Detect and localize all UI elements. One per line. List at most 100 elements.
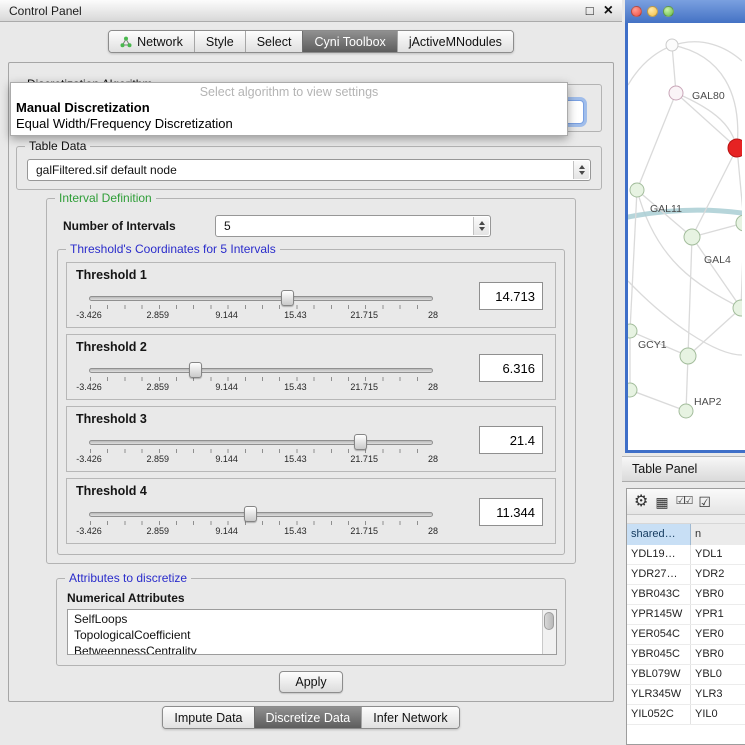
- table-column-header[interactable]: shared…: [627, 524, 691, 545]
- scale-label: 2.859: [147, 382, 170, 392]
- top-tab-bar: NetworkStyle Select Cyni ToolboxjActiveMNo…: [108, 30, 514, 53]
- table-row[interactable]: YDL19…YDL1: [627, 545, 745, 565]
- combobox-stepper-icon[interactable]: [573, 161, 589, 179]
- close-traffic-light-icon[interactable]: [631, 6, 642, 17]
- threshold-label: Threshold 3: [76, 412, 147, 426]
- table-row[interactable]: YER054CYER0: [627, 625, 745, 645]
- table-row[interactable]: YLR345WYLR3: [627, 685, 745, 705]
- attribute-item-selfloops[interactable]: SelfLoops: [68, 611, 542, 627]
- network-edge[interactable]: [741, 223, 742, 308]
- threshold-box-3: Threshold 3 -3.4262.8599.14415.4321.71528…: [66, 406, 556, 472]
- table-row[interactable]: YIL052CYIL0: [627, 705, 745, 725]
- network-node-gal4[interactable]: [684, 229, 700, 245]
- table-row[interactable]: YPR145WYPR1: [627, 605, 745, 625]
- threshold-slider[interactable]: -3.4262.8599.14415.4321.71528: [89, 288, 433, 326]
- checkbox-icon[interactable]: ☑: [698, 495, 711, 509]
- close-window-icon[interactable]: ×: [604, 3, 613, 19]
- network-node[interactable]: [728, 139, 742, 157]
- network-icon: [120, 36, 132, 48]
- table-data-combobox[interactable]: galFiltered.sif default node: [27, 159, 591, 181]
- table-row[interactable]: YBL079WYBL0: [627, 665, 745, 685]
- threshold-value-field[interactable]: 6.316: [479, 354, 543, 382]
- gear-icon[interactable]: ⚙: [634, 494, 648, 510]
- network-node-gcy1[interactable]: [628, 324, 637, 338]
- network-node[interactable]: [680, 348, 696, 364]
- minimize-traffic-light-icon[interactable]: [647, 6, 658, 17]
- attributes-group-title: Attributes to discretize: [65, 571, 191, 585]
- tab-infer-network[interactable]: Infer Network: [361, 707, 458, 728]
- network-node-gal11[interactable]: [630, 183, 644, 197]
- network-node[interactable]: [736, 215, 742, 231]
- float-window-icon[interactable]: □: [586, 4, 594, 17]
- scale-label: 2.859: [147, 454, 170, 464]
- apply-button[interactable]: Apply: [279, 671, 343, 693]
- tab-network[interactable]: Network: [109, 31, 194, 52]
- threshold-value-field[interactable]: 21.4: [479, 426, 543, 454]
- network-edge[interactable]: [692, 237, 741, 308]
- network-edge[interactable]: [630, 190, 637, 331]
- tab-select[interactable]: Select: [245, 31, 303, 52]
- scale-label: 28: [428, 454, 438, 464]
- zoom-traffic-light-icon[interactable]: [663, 6, 674, 17]
- table-row[interactable]: YBR045CYBR0: [627, 645, 745, 665]
- numerical-attributes-list: SelfLoopsTopologicalCoefficientBetweenne…: [67, 609, 557, 655]
- attribute-item-topologicalcoefficient[interactable]: TopologicalCoefficient: [68, 627, 542, 643]
- network-node-gal80[interactable]: [669, 86, 683, 100]
- slider-thumb[interactable]: [281, 290, 294, 306]
- attribute-item-betweennesscentrality[interactable]: BetweennessCentrality: [68, 643, 542, 654]
- tab-label: Select: [257, 35, 292, 49]
- scrollbar-thumb[interactable]: [544, 612, 554, 630]
- threshold-value-field[interactable]: 11.344: [479, 498, 543, 526]
- number-of-intervals-combobox[interactable]: 5: [215, 215, 491, 237]
- tab-impute-data[interactable]: Impute Data: [163, 707, 253, 728]
- tab-label: Discretize Data: [266, 711, 351, 725]
- slider-thumb[interactable]: [354, 434, 367, 450]
- threshold-label: Threshold 4: [76, 484, 147, 498]
- popup-item-equal-width-frequency-discretization[interactable]: Equal Width/Frequency Discretization: [11, 116, 567, 132]
- table-cell: YPR145W: [627, 605, 691, 624]
- table-panel-window: ⚙▦☑☑☑ shared…n YDL19…YDL1YDR27…YDR2YBR04…: [626, 488, 745, 745]
- attributes-scrollbar[interactable]: [542, 610, 556, 654]
- table-cell: YBL0: [691, 665, 745, 684]
- network-node[interactable]: [666, 39, 678, 51]
- threshold-slider[interactable]: -3.4262.8599.14415.4321.71528: [89, 504, 433, 542]
- network-edge[interactable]: [688, 237, 692, 356]
- network-edge[interactable]: [688, 308, 741, 356]
- checkbox-pair-icon[interactable]: ☑☑: [676, 496, 692, 507]
- popup-item-manual-discretization[interactable]: Manual Discretization: [11, 100, 567, 116]
- threshold-slider[interactable]: -3.4262.8599.14415.4321.71528: [89, 360, 433, 398]
- slider-thumb[interactable]: [244, 506, 257, 522]
- slider-track[interactable]: [89, 440, 433, 445]
- network-edge[interactable]: [630, 390, 686, 411]
- table-column-header[interactable]: n: [691, 524, 745, 545]
- slider-track[interactable]: [89, 368, 433, 373]
- tab-cyni-toolbox[interactable]: Cyni Toolbox: [302, 31, 396, 52]
- tab-discretize-data[interactable]: Discretize Data: [254, 707, 362, 728]
- window-buttons: □ ×: [586, 3, 613, 19]
- network-node-hap2[interactable]: [679, 404, 693, 418]
- slider-track[interactable]: [89, 296, 433, 301]
- scale-label: 15.43: [284, 526, 307, 536]
- table-row[interactable]: YBR043CYBR0: [627, 585, 745, 605]
- tab-style[interactable]: Style: [194, 31, 245, 52]
- network-edge[interactable]: [637, 93, 676, 190]
- slider-track[interactable]: [89, 512, 433, 517]
- tab-label: Impute Data: [174, 711, 242, 725]
- tab-jactivemnodules[interactable]: jActiveMNodules: [397, 31, 513, 52]
- columns-icon[interactable]: ▦: [655, 495, 668, 509]
- slider-thumb[interactable]: [189, 362, 202, 378]
- network-thick-edge[interactable]: [628, 210, 742, 217]
- network-canvas[interactable]: GAL80GAL11GAL4GCY1HAP2: [628, 23, 745, 450]
- network-edge[interactable]: [692, 148, 737, 237]
- combobox-stepper-icon[interactable]: [473, 217, 489, 235]
- table-row[interactable]: YDR27…YDR2: [627, 565, 745, 585]
- scale-label: 21.715: [350, 382, 378, 392]
- table-panel-titlebar: Table Panel: [622, 456, 745, 482]
- network-node[interactable]: [628, 383, 637, 397]
- table-cell: YLR345W: [627, 685, 691, 704]
- threshold-slider[interactable]: -3.4262.8599.14415.4321.71528: [89, 432, 433, 470]
- table-cell: YER054C: [627, 625, 691, 644]
- number-of-intervals-label: Number of Intervals: [63, 219, 176, 233]
- scale-label: -3.426: [76, 382, 102, 392]
- threshold-value-field[interactable]: 14.713: [479, 282, 543, 310]
